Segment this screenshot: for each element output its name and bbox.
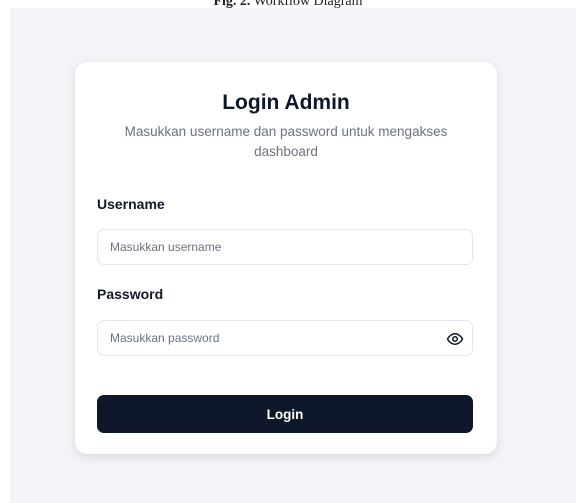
username-field-wrapper — [97, 229, 473, 265]
eye-icon[interactable] — [446, 330, 464, 348]
page-subtitle: Masukkan username dan password untuk men… — [124, 124, 448, 159]
login-button[interactable]: Login — [97, 395, 473, 433]
username-input[interactable] — [98, 230, 472, 264]
login-page: Login Admin Masukkan username dan passwo… — [10, 8, 576, 503]
username-label: Username — [97, 196, 165, 212]
password-field-wrapper — [97, 320, 473, 356]
login-card: Login Admin Masukkan username dan passwo… — [75, 62, 497, 454]
password-label: Password — [97, 286, 164, 302]
password-input[interactable] — [98, 321, 472, 355]
page-title: Login Admin — [222, 91, 350, 114]
